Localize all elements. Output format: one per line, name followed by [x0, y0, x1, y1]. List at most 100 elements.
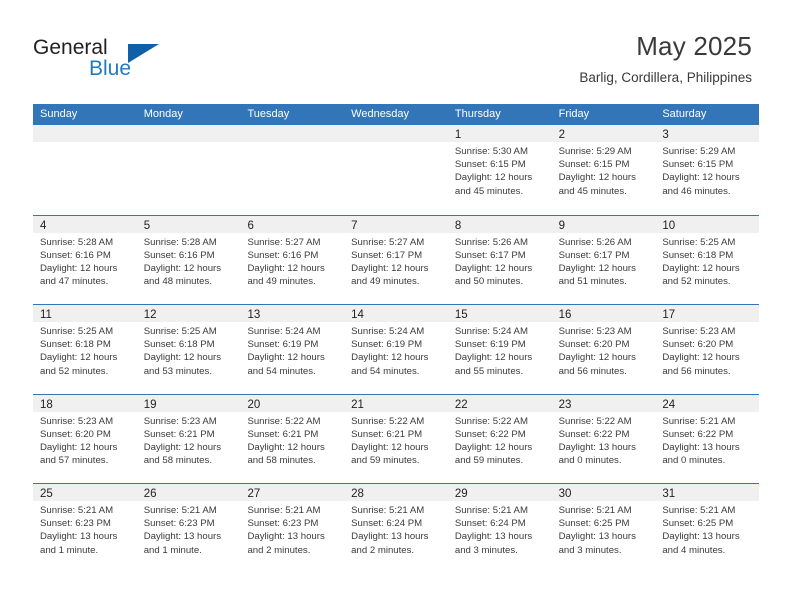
calendar-day-cell[interactable]: 27 Sunrise: 5:21 AM Sunset: 6:23 PM Dayligh… [240, 484, 345, 573]
day-details: Sunrise: 5:28 AM Sunset: 6:16 PM Daylight:… [33, 233, 137, 289]
sunrise-text: Sunrise: 5:21 AM [558, 505, 632, 516]
day-number: 29 [454, 488, 468, 500]
calendar-day-cell[interactable]: 29 Sunrise: 5:21 AM Sunset: 6:24 PM Dayligh… [447, 484, 552, 573]
day-details: Sunrise: 5:22 AM Sunset: 6:21 PM Daylight:… [240, 412, 344, 468]
sunset-text: Sunset: 6:18 PM [662, 249, 734, 261]
day-number-band: 23 [551, 394, 656, 412]
weekday-sunday: Sunday [40, 108, 78, 120]
day-details: Sunrise: 5:29 AM Sunset: 6:15 PM Daylight:… [655, 142, 759, 198]
calendar-day-cell[interactable]: 4 Sunrise: 5:28 AM Sunset: 6:16 PM Daylight… [33, 215, 137, 305]
calendar-day-cell[interactable]: 30 Sunrise: 5:21 AM Sunset: 6:25 PM Dayligh… [551, 484, 656, 573]
page-header: General Blue May 2025 Barlig, Cordillera… [0, 0, 792, 104]
calendar-day-cell[interactable]: 14 Sunrise: 5:24 AM Sunset: 6:19 PM Dayligh… [344, 305, 448, 394]
calendar-day-cell[interactable]: 1 Sunrise: 5:30 AM Sunset: 6:15 PM Daylight… [447, 125, 552, 215]
calendar-day-cell[interactable]: 12 Sunrise: 5:25 AM Sunset: 6:18 PM Dayligh… [136, 305, 241, 394]
day-details: Sunrise: 5:28 AM Sunset: 6:16 PM Daylight:… [137, 233, 241, 289]
calendar-day-cell[interactable]: 19 Sunrise: 5:23 AM Sunset: 6:21 PM Dayligh… [136, 394, 241, 484]
calendar-day-cell[interactable]: 6 Sunrise: 5:27 AM Sunset: 6:16 PM Daylight… [240, 215, 345, 305]
calendar-day-cell[interactable]: 17 Sunrise: 5:23 AM Sunset: 6:20 PM Dayligh… [655, 305, 760, 394]
sunset-text: Sunset: 6:18 PM [143, 339, 215, 351]
daylight-text-line2: and 3 minutes. [454, 544, 518, 556]
daylight-text-line2: and 48 minutes. [143, 276, 212, 288]
daylight-text-line1: Daylight: 12 hours [351, 441, 429, 453]
calendar-day-cell[interactable]: 9 Sunrise: 5:26 AM Sunset: 6:17 PM Daylight… [551, 215, 656, 305]
day-number: 28 [351, 488, 364, 500]
day-number: 1 [454, 129, 462, 141]
day-number: 25 [40, 488, 53, 500]
sunset-text: Sunset: 6:19 PM [247, 339, 319, 351]
brand-name-blue: Blue [89, 57, 132, 80]
day-details: Sunrise: 5:24 AM Sunset: 6:19 PM Daylight:… [344, 322, 448, 378]
sunrise-text: Sunrise: 5:23 AM [662, 326, 736, 337]
calendar-day-cell[interactable]: 23 Sunrise: 5:22 AM Sunset: 6:22 PM Dayligh… [551, 394, 656, 484]
sunrise-text: Sunrise: 5:24 AM [247, 326, 321, 337]
sunrise-text: Sunrise: 5:24 AM [351, 326, 425, 337]
calendar-day-cell[interactable]: 25 Sunrise: 5:21 AM Sunset: 6:23 PM Dayligh… [33, 484, 137, 573]
sunrise-text: Sunrise: 5:21 AM [143, 505, 217, 516]
daylight-text-line2: and 59 minutes. [454, 455, 524, 467]
sunrise-text: Sunrise: 5:26 AM [558, 236, 632, 248]
day-number: 26 [143, 488, 157, 500]
day-number-band: 19 [136, 394, 241, 412]
daylight-text-line2: and 0 minutes. [662, 455, 726, 467]
day-number: 31 [662, 488, 676, 500]
sunrise-text: Sunrise: 5:21 AM [662, 505, 736, 516]
day-details: Sunrise: 5:30 AM Sunset: 6:15 PM Daylight:… [448, 142, 552, 198]
day-details: Sunrise: 5:21 AM Sunset: 6:24 PM Daylight:… [448, 501, 552, 557]
day-number-band: 18 [33, 394, 137, 412]
calendar-day-cell[interactable]: 26 Sunrise: 5:21 AM Sunset: 6:23 PM Dayligh… [136, 484, 241, 573]
calendar-day-cell[interactable]: 5 Sunrise: 5:28 AM Sunset: 6:16 PM Daylight… [136, 215, 241, 305]
calendar-day-cell[interactable]: 15 Sunrise: 5:24 AM Sunset: 6:19 PM Dayligh… [447, 305, 552, 394]
daylight-text-line2: and 45 minutes. [454, 185, 524, 197]
daylight-text-line1: Daylight: 12 hours [247, 352, 325, 364]
day-number-band: 15 [447, 305, 552, 322]
brand-logo[interactable]: General Blue [33, 36, 233, 84]
daylight-text-line2: and 52 minutes. [40, 365, 109, 377]
daylight-text-line2: and 58 minutes. [143, 455, 212, 467]
weekday-tuesday: Tuesday [247, 108, 290, 120]
calendar-day-cell[interactable]: 3 Sunrise: 5:29 AM Sunset: 6:15 PM Daylight… [655, 125, 760, 215]
calendar-day-cell[interactable]: 16 Sunrise: 5:23 AM Sunset: 6:20 PM Dayligh… [551, 305, 656, 394]
day-number: 18 [40, 398, 53, 411]
day-number-band [240, 125, 345, 142]
calendar-day-cell[interactable]: 28 Sunrise: 5:21 AM Sunset: 6:24 PM Dayligh… [344, 484, 448, 573]
calendar-day-cell[interactable]: 7 Sunrise: 5:27 AM Sunset: 6:17 PM Daylight… [344, 215, 448, 305]
sunrise-text: Sunrise: 5:25 AM [662, 236, 736, 248]
calendar-day-cell[interactable]: 21 Sunrise: 5:22 AM Sunset: 6:21 PM Dayligh… [344, 394, 448, 484]
calendar-day-cell[interactable]: 22 Sunrise: 5:22 AM Sunset: 6:22 PM Dayligh… [447, 394, 552, 484]
daylight-text-line2: and 52 minutes. [662, 276, 731, 288]
sunrise-text: Sunrise: 5:21 AM [454, 505, 528, 516]
calendar-day-cell[interactable]: 31 Sunrise: 5:21 AM Sunset: 6:25 PM Dayligh… [655, 484, 760, 573]
daylight-text-line2: and 57 minutes. [40, 455, 109, 467]
sunrise-text: Sunrise: 5:27 AM [351, 236, 425, 248]
daylight-text-line1: Daylight: 13 hours [558, 531, 636, 543]
week-row: 11 Sunrise: 5:25 AM Sunset: 6:18 PM Dayligh… [33, 304, 760, 394]
day-number-band: 9 [551, 215, 656, 233]
sunset-text: Sunset: 6:22 PM [558, 428, 630, 440]
day-details: Sunrise: 5:21 AM Sunset: 6:25 PM Daylight:… [655, 501, 759, 557]
daylight-text-line1: Daylight: 12 hours [247, 441, 325, 453]
day-number: 9 [558, 219, 565, 232]
sunrise-text: Sunrise: 5:22 AM [351, 415, 425, 427]
calendar-day-cell[interactable]: 11 Sunrise: 5:25 AM Sunset: 6:18 PM Dayligh… [33, 305, 137, 394]
calendar-day-cell[interactable]: 10 Sunrise: 5:25 AM Sunset: 6:18 PM Dayligh… [655, 215, 760, 305]
day-number-band: 20 [240, 394, 345, 412]
calendar-day-cell[interactable]: 2 Sunrise: 5:29 AM Sunset: 6:15 PM Daylight… [551, 125, 656, 215]
daylight-text-line1: Daylight: 12 hours [40, 441, 118, 453]
daylight-text-line2: and 50 minutes. [454, 276, 524, 288]
sunset-text: Sunset: 6:23 PM [143, 518, 215, 530]
calendar-day-cell[interactable]: 8 Sunrise: 5:26 AM Sunset: 6:17 PM Daylight… [447, 215, 552, 305]
calendar-day-cell[interactable]: 20 Sunrise: 5:22 AM Sunset: 6:21 PM Dayligh… [240, 394, 345, 484]
daylight-text-line2: and 4 minutes. [662, 544, 726, 556]
calendar-day-cell[interactable]: 18 Sunrise: 5:23 AM Sunset: 6:20 PM Dayligh… [33, 394, 137, 484]
day-details: Sunrise: 5:29 AM Sunset: 6:15 PM Daylight:… [552, 142, 656, 198]
daylight-text-line2: and 56 minutes. [662, 365, 731, 377]
sunset-text: Sunset: 6:21 PM [351, 428, 423, 440]
day-number: 3 [662, 129, 669, 141]
daylight-text-line1: Daylight: 12 hours [662, 262, 740, 274]
calendar-day-cell[interactable]: 13 Sunrise: 5:24 AM Sunset: 6:19 PM Dayligh… [240, 305, 345, 394]
calendar-day-cell[interactable]: 24 Sunrise: 5:21 AM Sunset: 6:22 PM Dayligh… [655, 394, 760, 484]
daylight-text-line2: and 1 minute. [40, 544, 99, 556]
daylight-text-line1: Daylight: 13 hours [247, 531, 325, 543]
day-number: 15 [454, 309, 468, 321]
